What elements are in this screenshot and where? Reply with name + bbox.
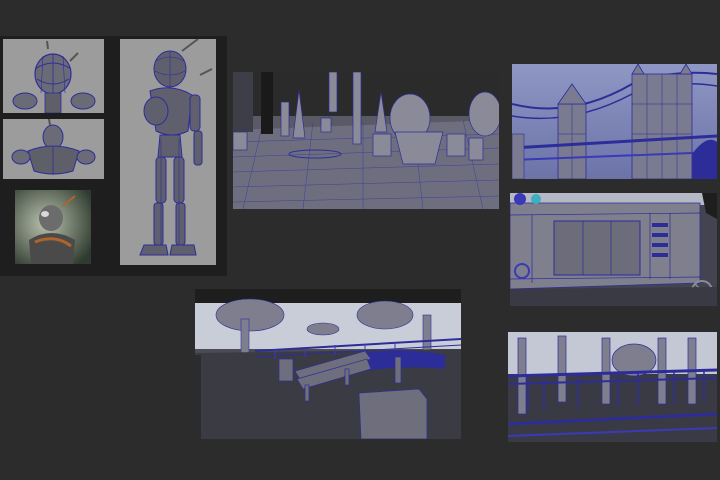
robot-torso-wireframe [3,119,104,179]
robot-full-body-wireframe [120,39,216,265]
robot-render-preview [15,190,91,264]
robot-reference-sheet [0,36,227,276]
storefront-scene [510,193,717,306]
robot-render-image [15,190,91,264]
robot-head-wireframe [3,39,104,113]
park-bench-viewport [195,289,461,439]
railing-gazebo-viewport [508,332,717,442]
railing-gazebo-scene [508,332,717,442]
park-bench-scene [195,289,461,439]
robot-full-body [120,39,216,265]
storefront-viewport [510,193,717,306]
tower-bridge-viewport [512,64,717,179]
robot-head-front [3,39,104,113]
plaza-scene [233,72,499,209]
tower-bridge-scene [512,64,717,179]
plaza-scene-viewport [233,72,499,209]
robot-torso-front [3,119,104,179]
